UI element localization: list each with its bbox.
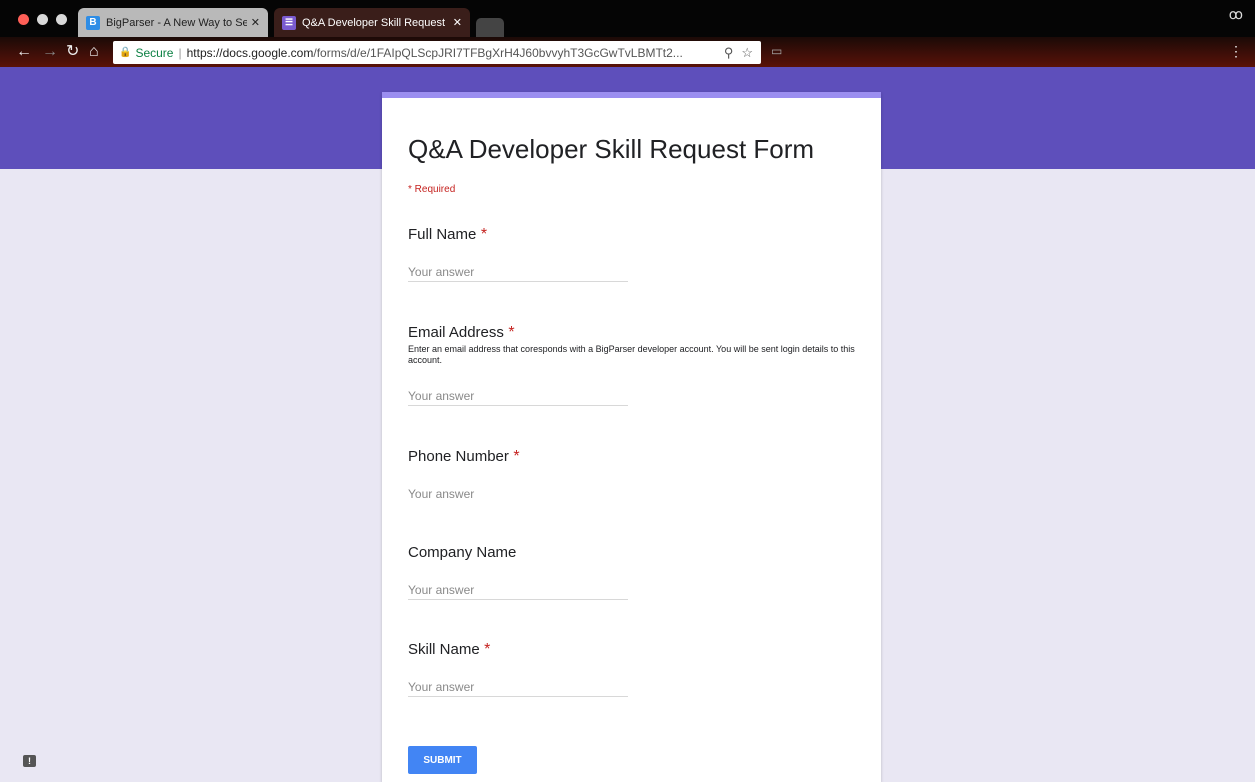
- form-card: Q&A Developer Skill Request Form * Requi…: [382, 92, 881, 782]
- question-company-name: Company Name: [408, 544, 868, 562]
- incognito-icon: ꝏ: [1228, 6, 1243, 22]
- minimize-window-button[interactable]: [37, 14, 48, 25]
- maximize-window-button[interactable]: [56, 14, 67, 25]
- address-bar[interactable]: 🔒 Secure | https://docs.google.com /form…: [113, 41, 761, 64]
- tab-skill-request-form[interactable]: ☰ Q&A Developer Skill Request F ✕: [274, 8, 470, 37]
- address-separator: |: [178, 45, 182, 60]
- back-icon[interactable]: ←: [16, 42, 32, 62]
- company-name-input[interactable]: Your answer: [408, 580, 628, 600]
- question-label: Skill Name: [408, 641, 480, 658]
- full-name-input[interactable]: Your answer: [408, 262, 628, 282]
- zoom-icon[interactable]: ⚲: [724, 45, 734, 61]
- forms-favicon-icon: ☰: [282, 15, 296, 30]
- question-label: Full Name: [408, 226, 477, 243]
- secure-label: Secure: [135, 45, 174, 60]
- tab-title: BigParser - A New Way to Sea: [106, 16, 247, 29]
- bigparser-favicon-icon: B: [86, 15, 100, 30]
- required-star: *: [484, 641, 491, 658]
- skill-name-input[interactable]: Your answer: [408, 677, 628, 697]
- required-star: *: [480, 226, 488, 243]
- close-tab-icon[interactable]: ✕: [453, 16, 462, 29]
- required-star: *: [513, 448, 520, 465]
- question-full-name: Full Name *: [408, 226, 868, 244]
- required-note: * Required: [408, 184, 456, 195]
- report-feedback-icon[interactable]: !: [23, 755, 36, 767]
- forward-icon[interactable]: →: [42, 42, 58, 62]
- star-icon[interactable]: ☆: [741, 45, 753, 61]
- tab-title: Q&A Developer Skill Request F: [302, 16, 449, 29]
- cast-icon[interactable]: ▭: [771, 44, 782, 58]
- url-path: /forms/d/e/1FAIpQLScpJRI7TFBgXrH4J60bvvy…: [313, 45, 683, 60]
- question-email-address: Email Address * Enter an email address t…: [408, 324, 868, 366]
- form-title: Q&A Developer Skill Request Form: [408, 134, 815, 164]
- question-description: Enter an email address that coresponds w…: [408, 344, 855, 365]
- question-label: Company Name: [408, 544, 517, 561]
- question-label: Email Address: [408, 324, 504, 341]
- submit-button[interactable]: SUBMIT: [408, 746, 477, 774]
- close-tab-icon[interactable]: ✕: [251, 16, 260, 29]
- lock-icon: 🔒: [119, 47, 132, 58]
- browser-toolbar: ← → ↻ ⌂ 🔒 Secure | https://docs.google.c…: [0, 37, 1255, 67]
- home-icon[interactable]: ⌂: [89, 42, 99, 62]
- menu-icon[interactable]: ⋮: [1229, 43, 1243, 60]
- reload-icon[interactable]: ↻: [66, 42, 79, 62]
- question-phone-number: Phone Number *: [408, 448, 868, 466]
- question-label: Phone Number: [408, 448, 509, 465]
- close-window-button[interactable]: [18, 14, 29, 25]
- new-tab-button[interactable]: [476, 18, 504, 37]
- tab-strip: B BigParser - A New Way to Sea ✕ ☰ Q&A D…: [0, 0, 1255, 37]
- required-star: *: [508, 324, 515, 341]
- url-host: https://docs.google.com: [186, 45, 314, 60]
- question-skill-name: Skill Name *: [408, 641, 868, 659]
- email-address-input[interactable]: Your answer: [408, 386, 628, 406]
- phone-number-input[interactable]: Your answer: [408, 484, 628, 504]
- tab-bigparser[interactable]: B BigParser - A New Way to Sea ✕: [78, 8, 268, 37]
